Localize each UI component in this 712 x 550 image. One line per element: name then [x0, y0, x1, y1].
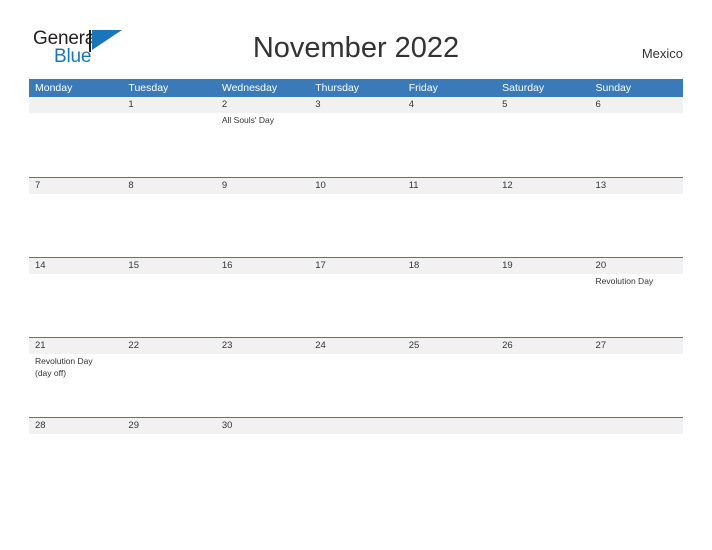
- day-number-11[interactable]: 11: [403, 178, 496, 194]
- day-cell-15[interactable]: [122, 274, 215, 337]
- week-day-number-band: 14 15 16 17 18 19 20: [29, 258, 683, 274]
- day-number-17[interactable]: 17: [309, 258, 402, 274]
- day-cell-6[interactable]: [590, 113, 683, 176]
- day-number-22[interactable]: 22: [122, 338, 215, 354]
- day-number-10[interactable]: 10: [309, 178, 402, 194]
- week-events-band: Revolution Day: [29, 274, 683, 337]
- weekday-header-row: Monday Tuesday Wednesday Thursday Friday Satu…: [29, 79, 683, 97]
- day-cell-9[interactable]: [216, 194, 309, 257]
- calendar-week-row: 14 15 16 17 18 19 20 Revolution Day: [29, 257, 683, 337]
- calendar-week-row: 1 2 3 4 5 6 All Souls' Day: [29, 97, 683, 177]
- day-cell-4[interactable]: [403, 113, 496, 176]
- day-number-27[interactable]: 27: [590, 338, 683, 354]
- day-cell-16[interactable]: [216, 274, 309, 337]
- day-number-2[interactable]: 2: [216, 97, 309, 113]
- week-events-band: [29, 194, 683, 257]
- week-day-number-band: 28 29 30: [29, 418, 683, 434]
- day-cell-18[interactable]: [403, 274, 496, 337]
- day-cell-10[interactable]: [309, 194, 402, 257]
- holiday-label: (day off): [35, 367, 67, 378]
- day-number-3[interactable]: 3: [309, 97, 402, 113]
- day-number-empty: [29, 97, 122, 113]
- day-number-14[interactable]: 14: [29, 258, 122, 274]
- day-number-23[interactable]: 23: [216, 338, 309, 354]
- day-cell-11[interactable]: [403, 194, 496, 257]
- day-cell-3[interactable]: [309, 113, 402, 176]
- day-number-6[interactable]: 6: [590, 97, 683, 113]
- day-number-25[interactable]: 25: [403, 338, 496, 354]
- day-cell-21[interactable]: Revolution Day (day off): [29, 354, 122, 417]
- day-number-5[interactable]: 5: [496, 97, 589, 113]
- day-number-24[interactable]: 24: [309, 338, 402, 354]
- day-cell-19[interactable]: [496, 274, 589, 337]
- calendar-week-row: 21 22 23 24 25 26 27 Revolution Day (day off): [29, 337, 683, 417]
- day-cell-23[interactable]: [216, 354, 309, 417]
- day-cell-22[interactable]: [122, 354, 215, 417]
- day-number-8[interactable]: 8: [122, 178, 215, 194]
- page-header: General Blue November 2022 Mexico: [0, 0, 712, 78]
- day-cell-26[interactable]: [496, 354, 589, 417]
- week-events-band: Revolution Day (day off): [29, 354, 683, 417]
- day-number-15[interactable]: 15: [122, 258, 215, 274]
- calendar-week-row: 28 29 30: [29, 417, 683, 439]
- calendar-weeks: 1 2 3 4 5 6 All Souls' Day 7 8 9 10 11 12 13 14 15 16 17 1…: [29, 97, 683, 439]
- day-number-21[interactable]: 21: [29, 338, 122, 354]
- day-cell-2[interactable]: All Souls' Day: [216, 113, 309, 176]
- day-number-28[interactable]: 28: [29, 418, 122, 434]
- day-number-18[interactable]: 18: [403, 258, 496, 274]
- day-number-empty: [403, 418, 496, 434]
- day-number-13[interactable]: 13: [590, 178, 683, 194]
- day-number-26[interactable]: 26: [496, 338, 589, 354]
- day-cell-17[interactable]: [309, 274, 402, 337]
- weekday-header-friday: Friday: [408, 82, 438, 94]
- page-title: November 2022: [252, 32, 460, 64]
- holiday-label: All Souls' Day: [221, 115, 275, 125]
- week-day-number-band: 21 22 23 24 25 26 27: [29, 338, 683, 354]
- calendar-week-row: 7 8 9 10 11 12 13: [29, 177, 683, 257]
- day-number-12[interactable]: 12: [496, 178, 589, 194]
- day-number-9[interactable]: 9: [216, 178, 309, 194]
- weekday-header-wednesday: Wednesday: [221, 82, 278, 94]
- day-number-empty: [590, 418, 683, 434]
- day-cell-24[interactable]: [309, 354, 402, 417]
- day-number-7[interactable]: 7: [29, 178, 122, 194]
- day-number-empty: [496, 418, 589, 434]
- day-cell-27[interactable]: [590, 354, 683, 417]
- day-number-16[interactable]: 16: [216, 258, 309, 274]
- calendar-grid: Monday Tuesday Wednesday Thursday Friday Satu…: [29, 79, 683, 439]
- holiday-label: Revolution Day: [595, 276, 654, 286]
- day-number-30[interactable]: 30: [216, 418, 309, 434]
- day-cell-12[interactable]: [496, 194, 589, 257]
- day-cell-8[interactable]: [122, 194, 215, 257]
- day-cell-empty: [29, 113, 122, 176]
- day-number-empty: [309, 418, 402, 434]
- day-number-19[interactable]: 19: [496, 258, 589, 274]
- weekday-header-saturday: Saturday: [502, 82, 545, 94]
- weekday-header-monday: Monday: [35, 82, 73, 94]
- day-cell-5[interactable]: [496, 113, 589, 176]
- day-cell-13[interactable]: [590, 194, 683, 257]
- country-label: Mexico: [641, 46, 683, 61]
- day-cell-14[interactable]: [29, 274, 122, 337]
- holiday-label: Revolution Day: [35, 356, 93, 366]
- day-number-29[interactable]: 29: [122, 418, 215, 434]
- weekday-header-sunday: Sunday: [595, 82, 632, 94]
- day-cell-7[interactable]: [29, 194, 122, 257]
- day-cell-1[interactable]: [122, 113, 215, 176]
- weekday-header-tuesday: Tuesday: [128, 82, 169, 94]
- day-cell-25[interactable]: [403, 354, 496, 417]
- day-cell-20[interactable]: Revolution Day: [590, 274, 683, 337]
- week-events-band: All Souls' Day: [29, 113, 683, 176]
- weekday-header-thursday: Thursday: [315, 82, 360, 94]
- day-number-4[interactable]: 4: [403, 97, 496, 113]
- week-day-number-band: 7 8 9 10 11 12 13: [29, 178, 683, 194]
- day-number-1[interactable]: 1: [122, 97, 215, 113]
- week-day-number-band: 123456: [29, 97, 683, 113]
- day-number-20[interactable]: 20: [590, 258, 683, 274]
- calendar-page: General Blue November 2022 Mexico Monday…: [0, 0, 712, 550]
